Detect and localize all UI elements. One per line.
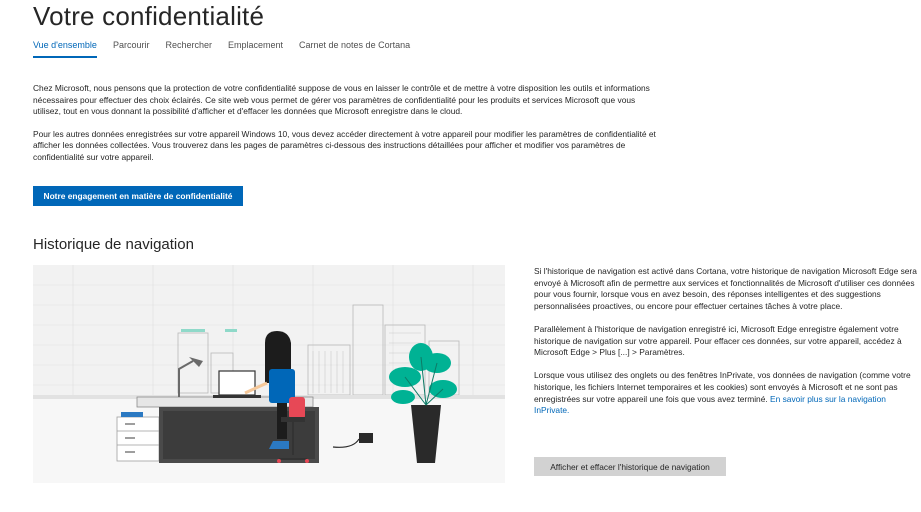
- laptop: [213, 370, 261, 398]
- browsing-history-description: Si l'historique de navigation est activé…: [534, 266, 920, 428]
- view-clear-history-button[interactable]: Afficher et effacer l'historique de navi…: [534, 457, 726, 476]
- desk-scene-illustration: [33, 265, 505, 483]
- description-paragraph: Si l'historique de navigation est activé…: [534, 266, 917, 311]
- browsing-illustration: [33, 265, 505, 483]
- tab-overview[interactable]: Vue d'ensemble: [33, 40, 97, 58]
- tab-browse[interactable]: Parcourir: [113, 40, 150, 58]
- tab-bar: Vue d'ensemble Parcourir Rechercher Empl…: [33, 40, 426, 58]
- privacy-commitment-button[interactable]: Notre engagement en matière de confident…: [33, 186, 243, 206]
- tab-location[interactable]: Emplacement: [228, 40, 283, 58]
- description-paragraph: Lorsque vous utilisez des onglets ou des…: [534, 370, 920, 416]
- intro-paragraph: Pour les autres données enregistrées sur…: [33, 128, 656, 162]
- intro-text: Chez Microsoft, nous pensons que la prot…: [33, 83, 663, 174]
- privacy-page: Votre confidentialité Vue d'ensemble Par…: [0, 0, 921, 512]
- tab-cortana-notebook[interactable]: Carnet de notes de Cortana: [299, 40, 410, 58]
- browsing-history-heading: Historique de navigation: [33, 236, 194, 253]
- drawer-cabinet: [116, 412, 160, 462]
- page-title: Votre confidentialité: [33, 1, 265, 31]
- tab-search[interactable]: Rechercher: [165, 40, 212, 58]
- intro-paragraph: Chez Microsoft, nous pensons que la prot…: [33, 83, 650, 116]
- description-paragraph: Parallèlement à l'historique de navigati…: [534, 323, 902, 358]
